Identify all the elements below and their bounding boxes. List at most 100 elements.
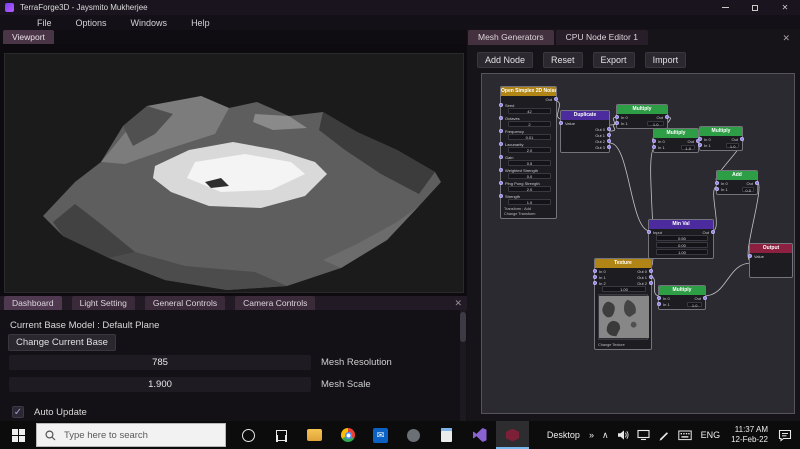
minimize-button[interactable] xyxy=(710,0,740,15)
tab-general-controls[interactable]: General Controls xyxy=(144,296,226,310)
node-pin[interactable] xyxy=(698,137,702,141)
node-value-field[interactable]: 1.0 xyxy=(508,199,551,205)
start-button[interactable] xyxy=(0,421,36,449)
node-pin[interactable] xyxy=(593,281,597,285)
node-canvas[interactable]: Open Simplex 2D Noise Out Seed 42 Octaves 2 Fr… xyxy=(481,73,795,414)
maximize-button[interactable] xyxy=(740,0,770,15)
node-value-field[interactable]: 2 xyxy=(508,121,551,127)
node-pin[interactable] xyxy=(649,275,653,279)
node-value-field[interactable]: 0.00 xyxy=(656,242,708,248)
node-pin[interactable] xyxy=(652,145,656,149)
node-value-field[interactable]: 0.5 xyxy=(508,160,551,166)
add-node-button[interactable]: Add Node xyxy=(477,52,534,68)
node-multiply-2[interactable]: Multiply In 0 Out In 1 1.0 xyxy=(652,128,700,153)
node-footer-text[interactable]: Change Transform xyxy=(501,211,556,216)
node-value-field[interactable]: 2.0 xyxy=(508,147,551,153)
node-pin[interactable] xyxy=(607,127,611,131)
node-editor-close-icon[interactable]: ✕ xyxy=(782,33,790,44)
node-pin[interactable] xyxy=(499,181,503,185)
import-button[interactable]: Import xyxy=(644,52,687,68)
controls-close-icon[interactable]: ✕ xyxy=(454,296,462,310)
tab-mesh-generators[interactable]: Mesh Generators xyxy=(468,30,554,45)
network-icon[interactable] xyxy=(637,429,650,441)
node-pin[interactable] xyxy=(499,155,503,159)
node-value-field[interactable]: 0.50 xyxy=(656,235,708,241)
terraforge3d-icon[interactable] xyxy=(496,421,529,449)
toolbar-chevrons[interactable]: » xyxy=(585,430,598,440)
menu-windows[interactable]: Windows xyxy=(131,18,168,28)
menu-file[interactable]: File xyxy=(37,18,52,28)
menu-help[interactable]: Help xyxy=(191,18,210,28)
node-pin[interactable] xyxy=(499,129,503,133)
node-pin[interactable] xyxy=(499,116,503,120)
node-pin[interactable] xyxy=(499,142,503,146)
tab-camera-controls[interactable]: Camera Controls xyxy=(235,296,316,310)
desktop-toolbar-label[interactable]: Desktop xyxy=(542,430,585,440)
cortana-icon[interactable] xyxy=(232,421,265,449)
node-pin[interactable] xyxy=(649,269,653,273)
node-pin[interactable] xyxy=(607,145,611,149)
node-pin[interactable] xyxy=(647,230,651,234)
node-pin[interactable] xyxy=(499,194,503,198)
viewport-panel[interactable] xyxy=(4,53,464,293)
dashboard-scrollbar[interactable] xyxy=(460,310,466,421)
close-button[interactable]: ✕ xyxy=(770,0,800,15)
mail-icon[interactable]: ✉ xyxy=(364,421,397,449)
language-indicator[interactable]: ENG xyxy=(696,430,726,440)
node-pin[interactable] xyxy=(657,296,661,300)
volume-icon[interactable] xyxy=(617,429,629,441)
node-open-simplex-2d-noise[interactable]: Open Simplex 2D Noise Out Seed 42 Octaves 2 Fr… xyxy=(499,86,558,219)
mesh-resolution-input[interactable]: 785 xyxy=(9,355,311,370)
node-pin[interactable] xyxy=(740,137,744,141)
tab-viewport[interactable]: Viewport xyxy=(3,30,54,44)
pen-icon[interactable] xyxy=(658,429,670,441)
taskbar-search[interactable] xyxy=(36,423,226,447)
node-value-field[interactable]: 0.01 xyxy=(508,134,551,140)
mesh-scale-input[interactable]: 1.900 xyxy=(9,377,311,392)
node-pin[interactable] xyxy=(499,168,503,172)
title-bar[interactable]: TerraForge3D - Jaysmito Mukherjee ✕ xyxy=(0,0,800,15)
node-pin[interactable] xyxy=(652,139,656,143)
node-pin[interactable] xyxy=(657,302,661,306)
node-pin[interactable] xyxy=(755,181,759,185)
node-value-field[interactable]: 42 xyxy=(508,108,551,114)
node-pin[interactable] xyxy=(607,139,611,143)
terrain-render[interactable] xyxy=(5,54,464,293)
menu-options[interactable]: Options xyxy=(76,18,107,28)
search-input[interactable] xyxy=(62,428,212,442)
tab-dashboard[interactable]: Dashboard xyxy=(4,296,62,310)
node-pin[interactable] xyxy=(554,97,558,101)
node-value-field[interactable]: 1.0 xyxy=(681,144,696,151)
chat-app-icon[interactable] xyxy=(397,421,430,449)
node-value-field[interactable]: 0.0 xyxy=(508,173,551,179)
touch-keyboard-icon[interactable] xyxy=(677,430,692,441)
change-current-base-button[interactable]: Change Current Base xyxy=(8,334,116,351)
tab-light-setting[interactable]: Light Setting xyxy=(71,296,135,310)
tab-cpu-node-editor[interactable]: CPU Node Editor 1 xyxy=(555,30,648,45)
node-multiply-1[interactable]: Multiply In 0 Out In 1 1.0 xyxy=(615,104,669,129)
node-value-field[interactable]: 2.0 xyxy=(508,186,551,192)
taskbar-clock[interactable]: 11:37 AM 12-Feb-22 xyxy=(725,425,774,445)
node-output[interactable]: Output Value xyxy=(748,243,793,278)
node-value-field[interactable]: 1.0 xyxy=(687,301,703,308)
auto-update-checkbox[interactable]: ✓ xyxy=(12,406,24,418)
node-value-field[interactable]: 1.00 xyxy=(602,286,646,292)
file-explorer-icon[interactable] xyxy=(298,421,331,449)
node-multiply-4[interactable]: Multiply In 0 Out In 1 1.0 xyxy=(657,285,707,310)
node-multiply-3[interactable]: Multiply In 0 Out In 1 1.0 xyxy=(698,126,744,151)
node-value-field[interactable]: 1.0 xyxy=(647,120,665,127)
visual-studio-icon[interactable] xyxy=(463,421,496,449)
node-pin[interactable] xyxy=(748,254,752,258)
node-pin[interactable] xyxy=(499,103,503,107)
action-center-icon[interactable] xyxy=(778,429,792,442)
node-footer-text[interactable]: Change Texture xyxy=(595,342,651,347)
node-pin[interactable] xyxy=(615,121,619,125)
node-pin[interactable] xyxy=(615,115,619,119)
node-texture[interactable]: Texture In 0 Out 0 In 1 Out 1 In 2 Out 2 1.00 C… xyxy=(593,258,653,350)
node-pin[interactable] xyxy=(715,181,719,185)
node-pin[interactable] xyxy=(711,230,715,234)
scrollbar-thumb[interactable] xyxy=(460,312,466,342)
node-pin[interactable] xyxy=(715,187,719,191)
node-value-field[interactable]: 1.0 xyxy=(726,142,740,149)
node-value-field[interactable]: 1.00 xyxy=(656,249,708,255)
